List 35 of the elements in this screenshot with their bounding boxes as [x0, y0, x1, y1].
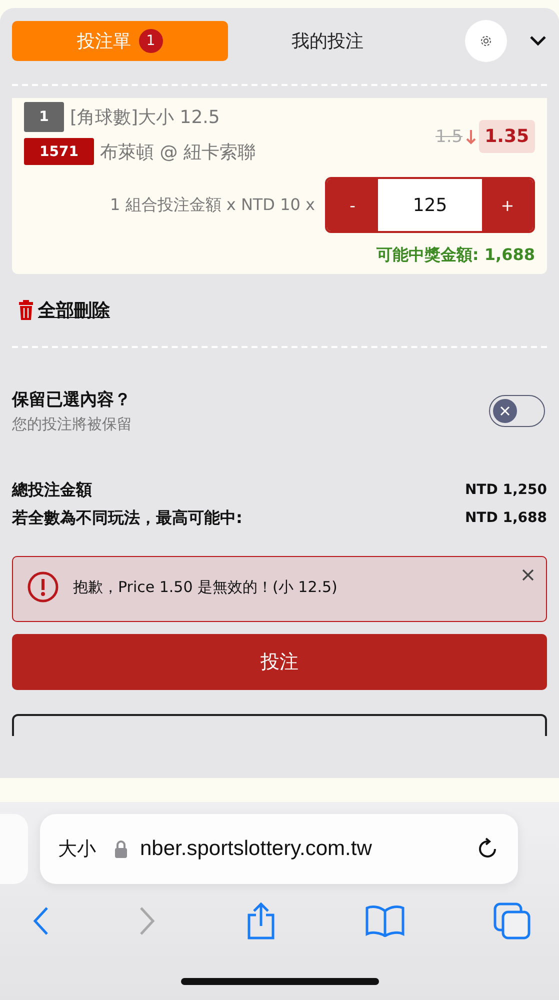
total-value: NTD 1,688	[464, 510, 547, 526]
error-message: 抱歉，Price 1.50 是無效的！(小 12.5)	[73, 578, 338, 596]
keep-selection-subtitle: 您的投注將被保留	[12, 415, 132, 434]
old-odds: 1.5	[436, 126, 463, 146]
tab[interactable]: 投注單 1	[12, 21, 228, 61]
tab[interactable]: 我的投注	[228, 21, 428, 61]
keep-selection-title: 保留已選內容？	[12, 389, 132, 411]
odds: 1.35	[478, 120, 535, 153]
text-size-button[interactable]: 大小	[58, 836, 96, 862]
tabs-icon[interactable]	[493, 902, 531, 940]
match-code: 1571	[24, 138, 94, 165]
keep-toggle[interactable]	[489, 395, 545, 427]
back-icon[interactable]	[32, 906, 50, 936]
stake-label: 1 組合投注金額 x NTD 10 x	[110, 194, 315, 216]
x-icon	[500, 406, 510, 416]
close-icon[interactable]	[522, 569, 534, 581]
potential-payout: 可能中獎金額: 1,688	[375, 245, 535, 266]
settings-icon	[480, 35, 492, 47]
match-name: 布萊頓 @ 紐卡索聯	[100, 140, 256, 164]
warning-icon	[27, 571, 59, 603]
place-bet-button[interactable]: 投注	[12, 634, 547, 690]
arrow-down-icon	[466, 128, 476, 144]
count-badge: 1	[138, 29, 163, 53]
trash-icon	[18, 300, 34, 320]
address-bar[interactable]: 大小 nber.sportslottery.com.tw	[40, 814, 518, 884]
url-text: nber.sportslottery.com.tw	[140, 837, 373, 861]
index-badge: 1	[24, 102, 64, 132]
delete-all-link[interactable]: 全部刪除	[38, 298, 110, 322]
total-value: NTD 1,250	[464, 482, 547, 498]
lock-icon	[114, 840, 128, 858]
total-label: 總投注金額	[12, 479, 92, 501]
book-icon[interactable]	[364, 905, 405, 937]
market-name: [角球數]大小 12.5	[70, 106, 220, 129]
chevron-down-icon[interactable]	[529, 35, 547, 47]
total-label: 若全數為不同玩法，最高可能中:	[12, 507, 242, 529]
